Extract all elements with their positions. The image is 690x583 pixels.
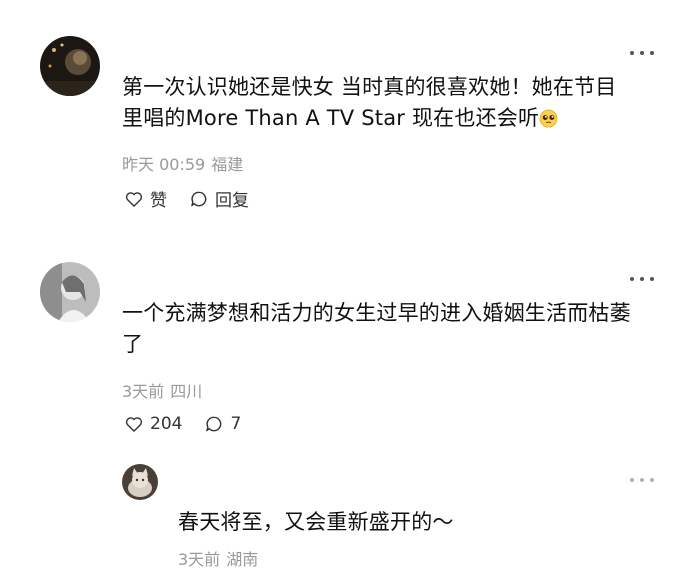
comment-2: 一个充满梦想和活力的女生过早的进入婚姻生活而枯萎 了 3天前 四川 204 7 [0,245,690,445]
reply-text: 春天将至，又会重新盛开的～ [178,507,658,538]
heart-icon [125,191,143,207]
comment-meta: 昨天 00:59 福建 [122,151,243,175]
avatar-image [122,464,158,500]
pleading-face-emoji-icon [539,109,558,128]
comment-text: 第一次认识她还是快女 当时真的很喜欢她！她在节目 里唱的More Than A … [122,72,662,134]
location: 福建 [211,155,244,174]
location: 四川 [170,382,203,401]
like-count: 204 [150,414,183,434]
reply-button[interactable]: 7 [204,414,241,434]
comment-actions: 赞 回复 [124,186,271,211]
heart-icon [125,417,143,432]
reply-text-line: 春天将至，又会重新盛开的～ [178,510,454,534]
comment-1: 第一次认识她还是快女 当时真的很喜欢她！她在节目 里唱的More Than A … [0,0,690,245]
comment-text: 一个充满梦想和活力的女生过早的进入婚姻生活而枯萎 了 [122,298,667,360]
comment-actions: 204 7 [124,414,263,434]
comment-bubble-icon [206,416,222,432]
more-options-icon[interactable] [630,46,654,60]
timestamp: 3天前 [122,382,165,401]
avatar[interactable] [40,36,100,96]
like-label: 赞 [150,191,167,211]
timestamp: 昨天 00:59 [122,155,206,174]
avatar-image [40,36,100,96]
more-options-icon[interactable] [630,272,654,286]
comment-bubble-icon [191,191,207,206]
location: 湖南 [226,550,259,569]
comment-meta: 3天前 四川 [122,378,202,402]
comment-text-line: 一个充满梦想和活力的女生过早的进入婚姻生活而枯萎 [122,301,631,325]
like-button[interactable]: 204 [124,414,182,434]
reply-count: 7 [230,414,242,434]
reply-label: 回复 [215,191,249,211]
reply-button[interactable]: 回复 [189,186,249,211]
comment-text-line: 第一次认识她还是快女 当时真的很喜欢她！她在节目 [122,75,617,99]
reply-meta: 3天前 湖南 [178,546,258,570]
avatar-image [40,262,100,322]
timestamp: 3天前 [178,550,221,569]
more-options-icon[interactable] [630,473,654,487]
comment-text-line: 里唱的More Than A TV Star 现在也还会听 [122,103,662,134]
like-button[interactable]: 赞 [124,186,167,211]
comment-text-line: 了 [122,332,144,356]
avatar[interactable] [122,464,158,500]
avatar[interactable] [40,262,100,322]
reply-1: 春天将至，又会重新盛开的～ 3天前 湖南 [0,445,690,583]
